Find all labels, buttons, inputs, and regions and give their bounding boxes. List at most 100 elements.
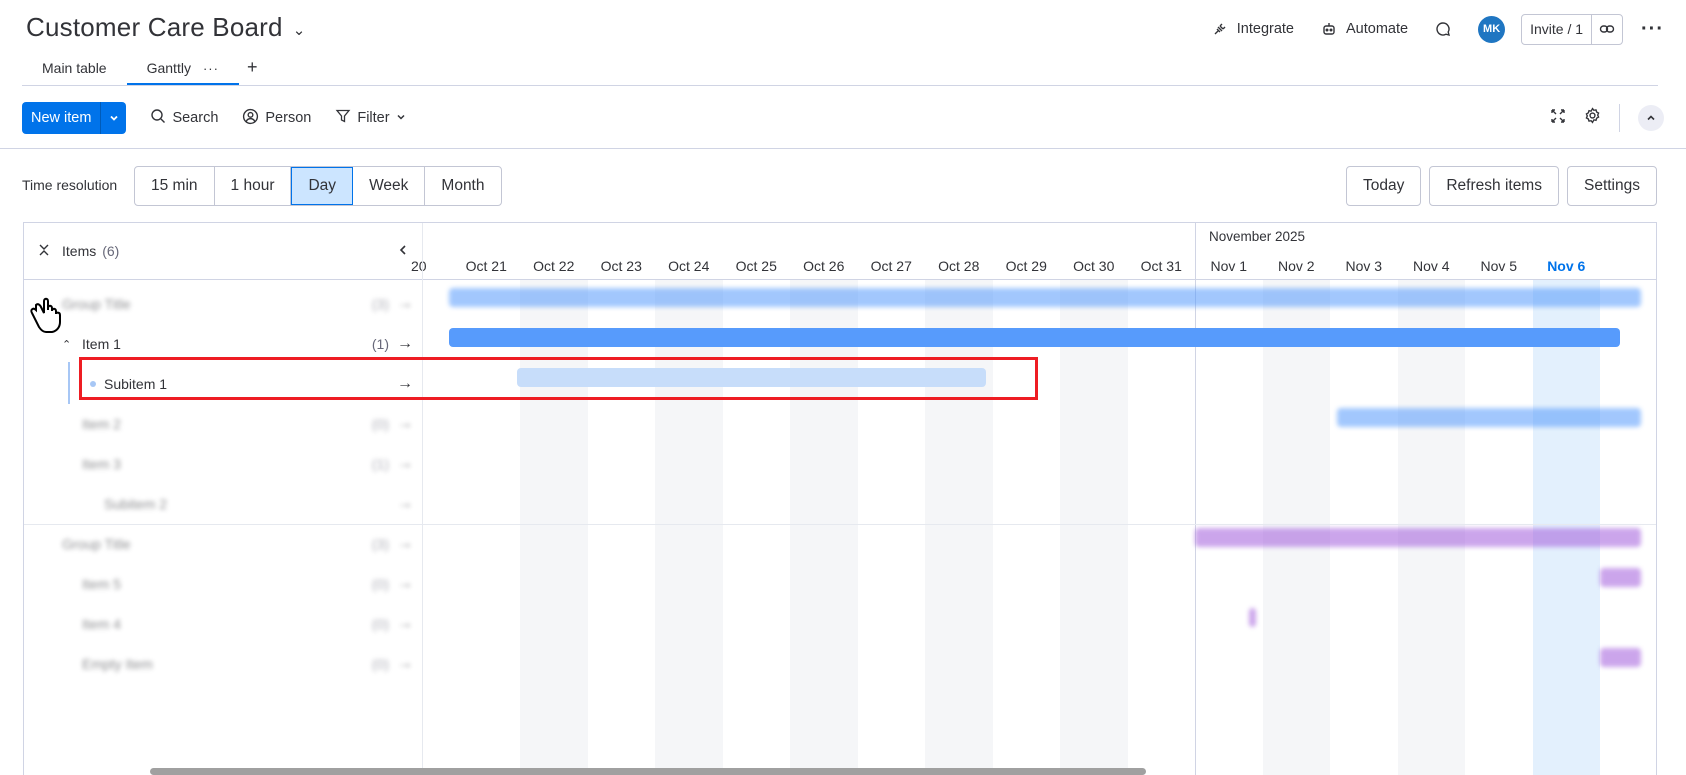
search-label: Search	[172, 110, 219, 126]
arrow-right-icon[interactable]: →	[397, 615, 413, 633]
integrate-label: Integrate	[1236, 21, 1295, 37]
resolution-option[interactable]: 15 min	[135, 167, 215, 205]
arrow-right-icon[interactable]: →	[397, 495, 413, 513]
resolution-option[interactable]: Week	[353, 167, 426, 205]
gantt-bar[interactable]	[449, 288, 1641, 307]
day-label: Oct 21	[465, 258, 507, 274]
board-title[interactable]: Customer Care Board ⌄	[26, 12, 305, 43]
search-icon	[150, 108, 166, 128]
plug-icon	[1211, 20, 1229, 38]
row-count: (1)	[371, 456, 389, 472]
row-label: Item 4	[82, 616, 121, 632]
today-button[interactable]: Today	[1345, 166, 1422, 206]
divider	[0, 148, 1686, 149]
person-label: Person	[265, 110, 312, 126]
new-item-label[interactable]: New item	[22, 102, 100, 134]
day-label: Oct 29	[1005, 258, 1047, 274]
chevron-down-icon[interactable]	[396, 110, 406, 126]
item-row[interactable]: Item 4 (0) →	[24, 604, 423, 644]
tab-main-table[interactable]: Main table	[22, 60, 127, 85]
robot-icon	[1320, 20, 1338, 38]
row-label: Item 1	[82, 336, 121, 352]
tab-label: Main table	[42, 60, 107, 76]
gantt-bar[interactable]	[1600, 648, 1641, 667]
chevron-left-icon[interactable]	[398, 243, 408, 259]
item-row[interactable]: Empty Item (0) →	[24, 644, 423, 684]
day-label: Nov 3	[1345, 258, 1383, 274]
arrow-right-icon[interactable]: →	[397, 535, 413, 553]
day-column	[453, 280, 521, 775]
settings-button[interactable]: Settings	[1566, 166, 1657, 206]
integrate-button[interactable]: Integrate	[1211, 20, 1294, 38]
collapse-all-icon[interactable]	[38, 243, 50, 260]
time-resolution-label: Time resolution	[22, 177, 118, 193]
tab-menu-icon[interactable]: ···	[203, 61, 219, 76]
resolution-option[interactable]: 1 hour	[215, 167, 292, 205]
invite-button[interactable]: Invite / 1	[1521, 13, 1624, 45]
row-label: Item 2	[82, 416, 121, 432]
gantt-bar[interactable]	[1336, 408, 1641, 427]
day-column	[1060, 280, 1128, 775]
day-label: Nov 4	[1412, 258, 1450, 274]
refresh-items-button[interactable]: Refresh items	[1429, 166, 1559, 206]
chevron-up-icon[interactable]	[1638, 105, 1664, 131]
items-header: Items (6)	[24, 223, 422, 280]
item-row[interactable]: Item 5 (0) →	[24, 564, 423, 604]
horizontal-scrollbar[interactable]	[150, 768, 1146, 775]
resolution-option[interactable]: Day	[291, 167, 354, 205]
day-label: Oct 25	[735, 258, 777, 274]
item-row[interactable]: Item 3 (1) →	[24, 444, 423, 484]
arrow-right-icon[interactable]: →	[397, 335, 413, 353]
person-icon	[242, 108, 259, 129]
arrow-right-icon[interactable]: →	[397, 655, 413, 673]
fullscreen-icon[interactable]	[1550, 108, 1566, 129]
arrow-right-icon[interactable]: →	[397, 455, 413, 473]
row-count: (3)	[371, 296, 389, 312]
group-row[interactable]: Group Title (3) →	[24, 284, 423, 324]
updates-button[interactable]	[1434, 20, 1452, 38]
items-label: Items	[62, 243, 97, 259]
gantt-actions: Today Refresh items Settings	[1345, 166, 1657, 206]
chevron-down-icon[interactable]: ⌄	[293, 21, 306, 39]
day-column	[858, 280, 926, 775]
row-label: Item 3	[82, 456, 121, 472]
row-label: Item 5	[82, 576, 121, 592]
automate-button[interactable]: Automate	[1320, 20, 1408, 38]
group-row[interactable]: Group Title (3) →	[24, 524, 423, 564]
filter-label: Filter	[357, 110, 390, 126]
gantt-bar[interactable]	[1249, 608, 1256, 627]
chevron-down-icon[interactable]	[100, 102, 126, 134]
toolbar-right	[1550, 104, 1664, 132]
row-count: (0)	[371, 656, 389, 672]
gantt-bar[interactable]	[1195, 528, 1641, 547]
expand-icon[interactable]: ⌃	[62, 338, 71, 351]
gantt-bar[interactable]	[1600, 568, 1641, 587]
day-header: 20 Oct 21 Oct 22 Oct 23 Oct 24 Oct 25 Oct 26 Oc…	[411, 253, 1656, 280]
gear-icon[interactable]	[1584, 107, 1601, 129]
new-item-button[interactable]: New item	[22, 102, 127, 134]
row-count: (1)	[371, 336, 389, 352]
avatar[interactable]: MK	[1478, 15, 1506, 43]
tree-line	[68, 362, 70, 404]
arrow-right-icon[interactable]: →	[397, 575, 413, 593]
day-label: Nov 6	[1547, 258, 1586, 274]
resolution-option[interactable]: Month	[425, 167, 500, 205]
filter-button[interactable]: Filter	[335, 108, 405, 128]
more-options-icon[interactable]: ···	[1641, 18, 1664, 41]
item-row[interactable]: Item 2 (0) →	[24, 404, 423, 444]
add-view-icon[interactable]: +	[239, 57, 266, 85]
day-column	[655, 280, 723, 775]
arrow-right-icon[interactable]: →	[397, 295, 413, 313]
gantt-bar[interactable]	[449, 328, 1621, 347]
link-icon[interactable]	[1592, 21, 1622, 37]
tab-label: Ganttly	[146, 60, 191, 76]
search-button[interactable]: Search	[150, 108, 218, 128]
row-count: (3)	[371, 536, 389, 552]
arrow-right-icon[interactable]: →	[397, 415, 413, 433]
person-filter-button[interactable]: Person	[242, 108, 311, 129]
subitem-row[interactable]: Subitem 2 →	[24, 484, 423, 524]
chat-bubble-icon	[1434, 20, 1452, 38]
filter-icon	[335, 108, 351, 128]
day-column	[790, 280, 858, 775]
tab-ganttly[interactable]: Ganttly ···	[126, 60, 239, 85]
